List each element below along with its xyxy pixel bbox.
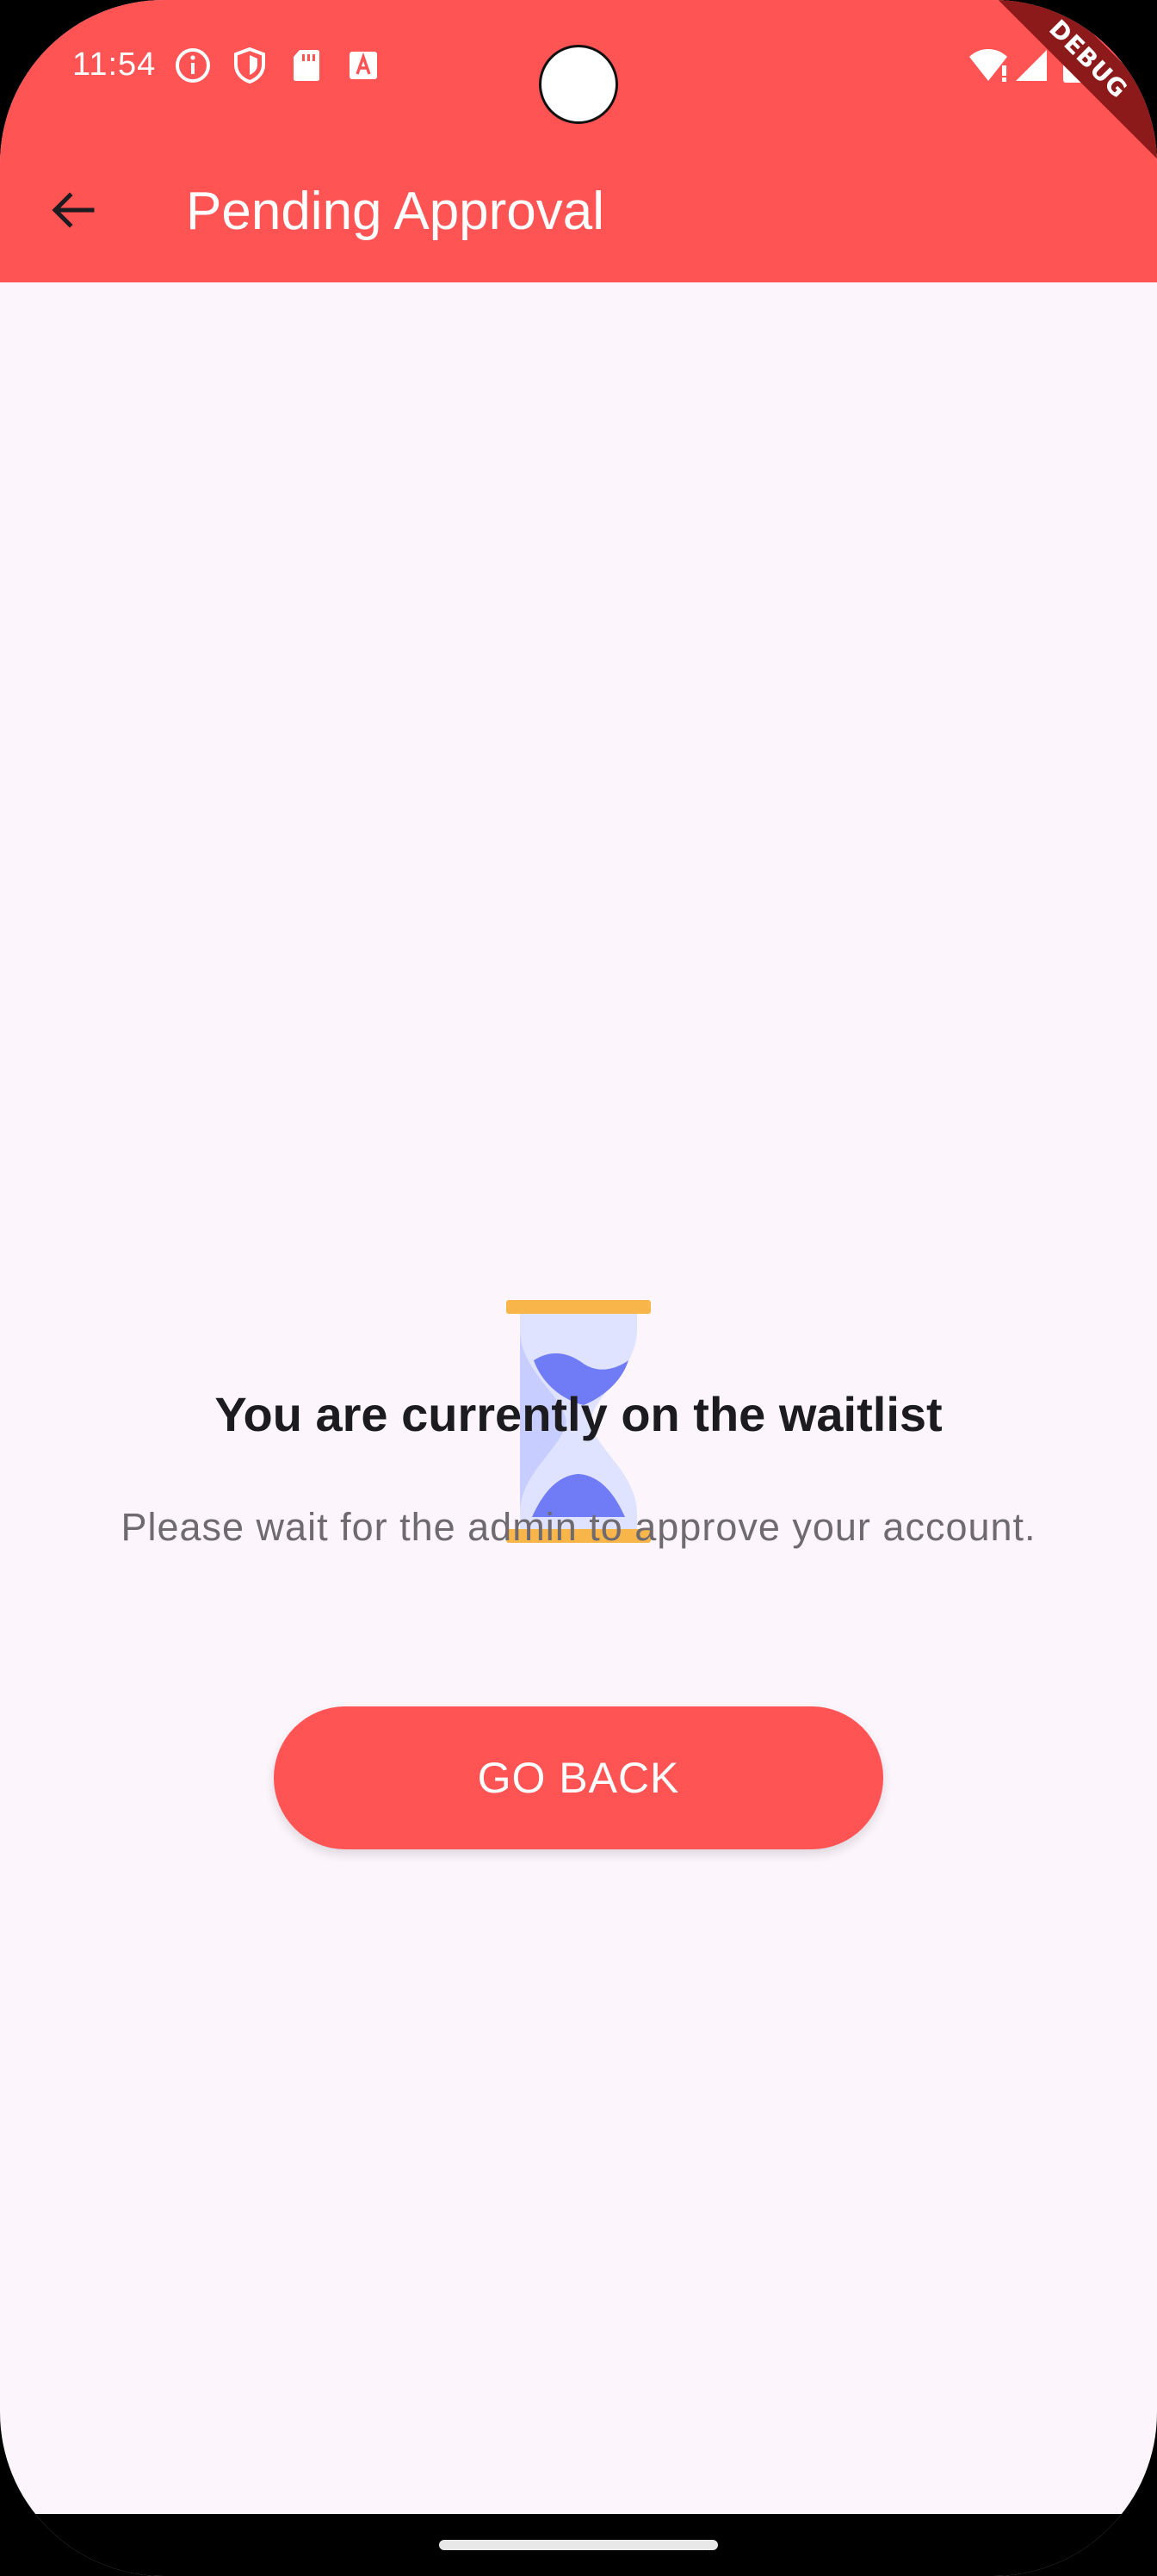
signal-icon (1014, 46, 1052, 84)
sd-card-icon (288, 46, 325, 84)
arrow-back-icon (49, 187, 96, 238)
page-title: Pending Approval (186, 182, 605, 241)
wifi-alert-icon (968, 46, 1007, 84)
phone-screen: 11:54 DEBUG Pending Approval You are cur… (0, 0, 1157, 2576)
waitlist-headline: You are currently on the waitlist (214, 1387, 943, 1441)
camera-cutout (539, 45, 618, 124)
info-icon (174, 46, 212, 84)
home-indicator[interactable] (439, 2540, 718, 2550)
go-back-button[interactable]: GO BACK (274, 1706, 883, 1849)
approval-message: Please wait for the admin to approve you… (121, 1505, 1036, 1549)
main-content: You are currently on the waitlist Please… (0, 282, 1157, 2514)
back-button[interactable] (34, 174, 110, 250)
status-time: 11:54 (72, 46, 157, 83)
font-a-icon (344, 46, 382, 84)
app-bar: Pending Approval (0, 138, 1157, 282)
top-bar: 11:54 DEBUG Pending Approval (0, 0, 1157, 282)
status-bar: 11:54 DEBUG (0, 0, 1157, 166)
shield-icon (231, 46, 269, 84)
